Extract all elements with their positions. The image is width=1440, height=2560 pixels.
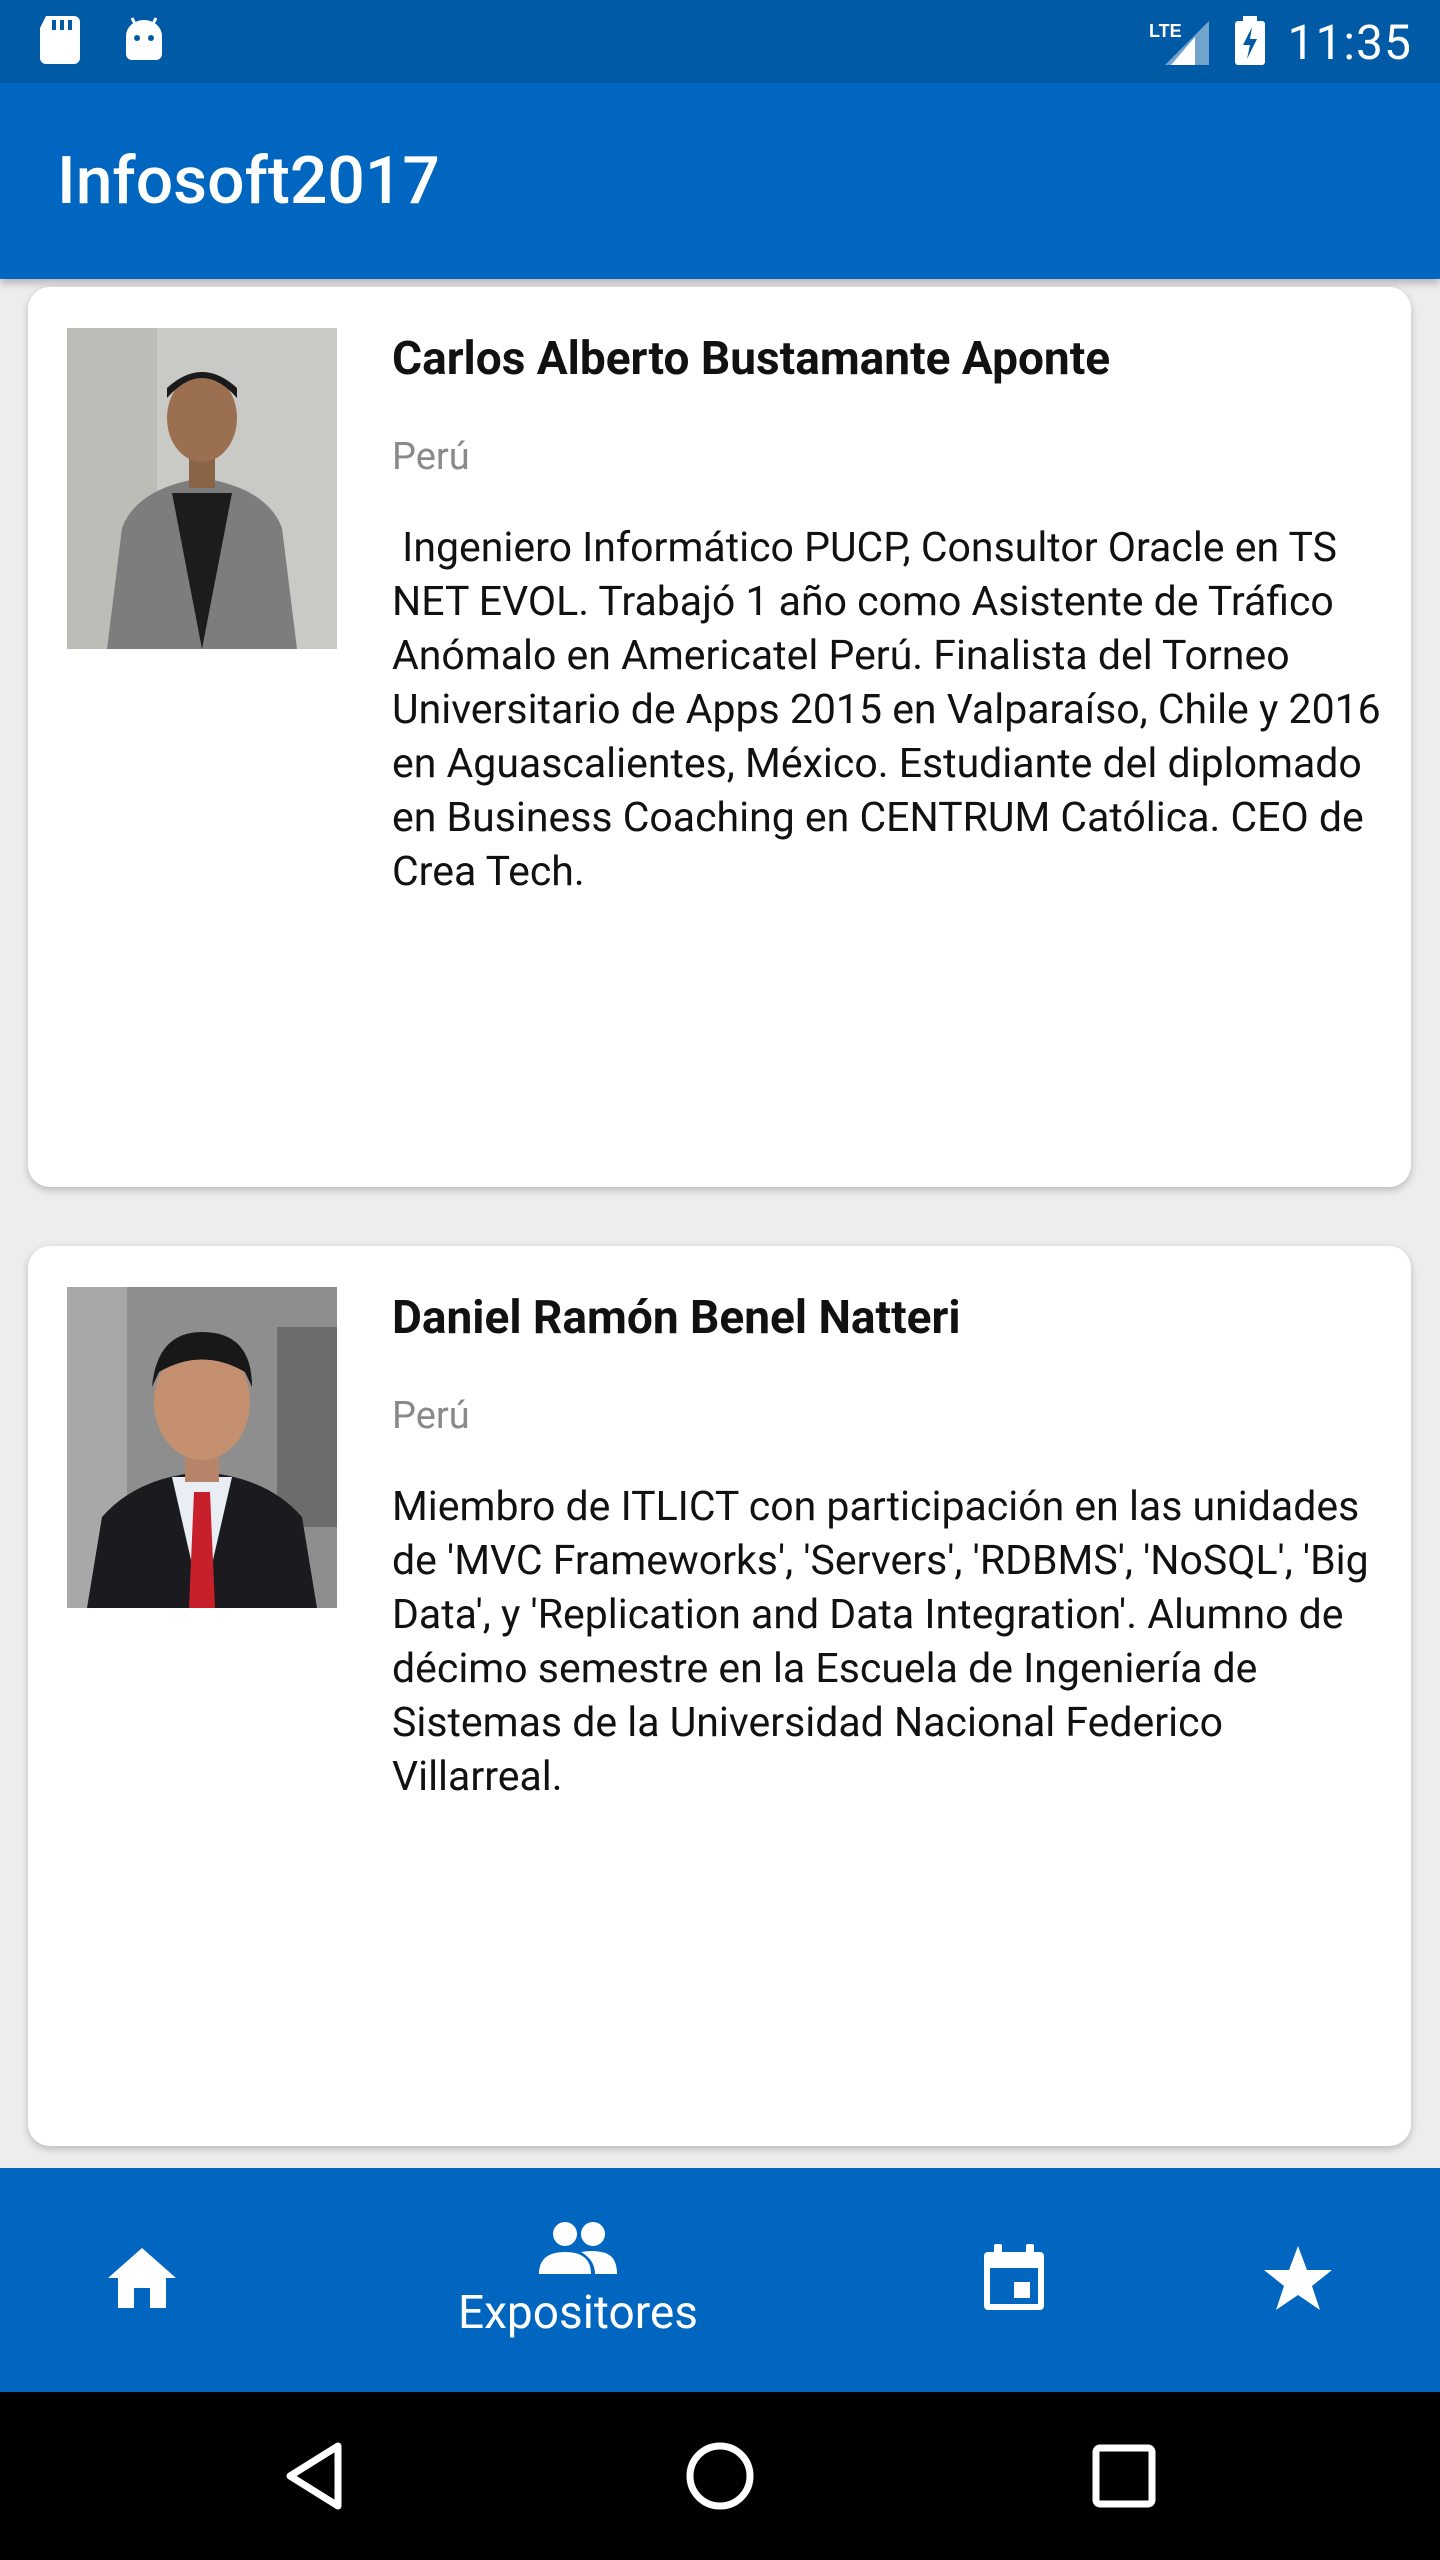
sd-card-icon <box>38 14 82 70</box>
speaker-card[interactable]: Daniel Ramón Benel Natteri Perú Miembro … <box>28 1246 1411 2146</box>
star-icon <box>1262 2244 1334 2316</box>
speaker-country: Perú <box>392 435 470 479</box>
nav-label: Expositores <box>457 2286 699 2340</box>
speaker-bio: Miembro de ITLICT con participación en l… <box>392 1483 1379 1801</box>
back-icon[interactable] <box>276 2436 356 2516</box>
speaker-country: Perú <box>392 1394 470 1438</box>
speaker-photo <box>67 328 337 649</box>
nav-home[interactable] <box>82 2168 202 2392</box>
lte-signal-icon: LTE <box>1149 15 1213 71</box>
speaker-name: Carlos Alberto Bustamante Aponte <box>392 332 1111 386</box>
speaker-list[interactable]: Carlos Alberto Bustamante Aponte Perú In… <box>0 279 1440 2168</box>
speaker-bio: Ingeniero Informático PUCP, Consultor Or… <box>392 524 1391 896</box>
nav-expositores[interactable]: Expositores <box>428 2168 728 2392</box>
android-icon <box>122 14 166 70</box>
recents-icon[interactable] <box>1084 2436 1164 2516</box>
battery-charging-icon <box>1233 15 1267 71</box>
home-circle-icon[interactable] <box>680 2436 760 2516</box>
status-bar: LTE 11:35 <box>0 0 1440 83</box>
speaker-photo <box>67 1287 337 1608</box>
people-icon <box>537 2220 619 2280</box>
bottom-navigation: Expositores <box>0 2168 1440 2392</box>
svg-text:LTE: LTE <box>1149 21 1182 41</box>
speaker-card[interactable]: Carlos Alberto Bustamante Aponte Perú In… <box>28 287 1411 1187</box>
nav-schedule[interactable] <box>954 2168 1074 2392</box>
home-icon <box>106 2246 178 2314</box>
calendar-icon <box>980 2242 1048 2318</box>
app-title: Infosoft2017 <box>57 143 440 220</box>
nav-favorites[interactable] <box>1238 2168 1358 2392</box>
app-bar: Infosoft2017 <box>0 83 1440 279</box>
clock: 11:35 <box>1287 14 1412 71</box>
system-navigation-bar <box>0 2392 1440 2560</box>
speaker-name: Daniel Ramón Benel Natteri <box>392 1291 961 1345</box>
